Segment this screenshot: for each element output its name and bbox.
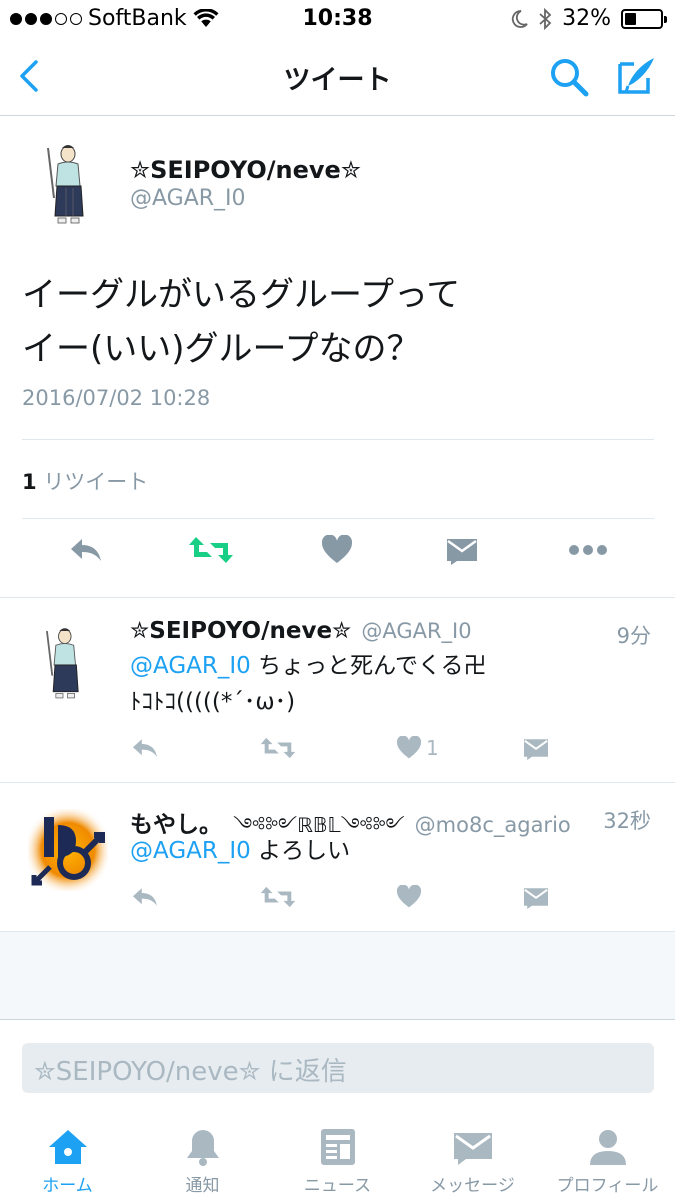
author-handle[interactable]: @AGAR_I0 bbox=[130, 186, 246, 211]
more-options-icon[interactable] bbox=[568, 535, 608, 565]
tweet-text-line: イーグルがいるグループって bbox=[22, 275, 461, 315]
battery-percent: 32% bbox=[562, 6, 611, 31]
reply-time: 32秒 bbox=[603, 809, 651, 833]
reply-icon[interactable] bbox=[130, 736, 160, 760]
retweet-icon[interactable] bbox=[260, 736, 296, 760]
reply-header: ✮SEIPOYO/neve✮ @AGAR_I0 bbox=[130, 618, 472, 644]
reply-text-line: ﾄｺﾄｺ(((((*´･ω･) bbox=[130, 689, 296, 715]
tweet-text: イーグルがいるグループって イー(いい)グループなの？ bbox=[22, 268, 652, 376]
bluetooth-icon bbox=[539, 7, 552, 30]
retweet-icon[interactable] bbox=[260, 885, 296, 909]
mention-link[interactable]: @AGAR_I0 bbox=[130, 838, 251, 864]
tab-notifications[interactable]: 通知 bbox=[135, 1115, 270, 1200]
reply-author-name[interactable]: ✮SEIPOYO/neve✮ bbox=[130, 618, 351, 644]
news-icon bbox=[321, 1129, 355, 1165]
reply-avatar[interactable] bbox=[38, 618, 88, 710]
direct-message-icon[interactable] bbox=[445, 535, 479, 565]
tab-label: プロフィール bbox=[556, 1176, 659, 1196]
reply-icon[interactable] bbox=[68, 535, 104, 565]
tab-label: ホーム bbox=[42, 1176, 93, 1196]
tweet-timestamp: 2016/07/02 10:28 bbox=[22, 386, 211, 410]
author-name[interactable]: ✮SEIPOYO/neve✮ bbox=[130, 156, 361, 184]
tab-profile[interactable]: プロフィール bbox=[540, 1115, 675, 1200]
reply-tweet[interactable]: もやし。 ༺༻ℝ𝔹𝕃༺༻ @mo8c_agario 32秒 @AGAR_I0 よろ… bbox=[0, 783, 675, 931]
search-icon[interactable] bbox=[548, 56, 590, 98]
like-heart-icon[interactable] bbox=[321, 535, 353, 565]
like-heart-icon[interactable] bbox=[396, 736, 422, 760]
reply-input[interactable]: ✮SEIPOYO/neve✮ に返信 bbox=[22, 1043, 654, 1093]
envelope-icon bbox=[454, 1133, 492, 1165]
reply-author-handle[interactable]: @AGAR_I0 bbox=[361, 619, 471, 643]
reply-icon[interactable] bbox=[130, 885, 160, 909]
reply-text-content: よろしい bbox=[250, 838, 351, 864]
reply-text-content: ちょっと死んでくる卍 bbox=[250, 653, 487, 679]
reply-text: @AGAR_I0 よろしい bbox=[130, 833, 650, 869]
tab-label: メッセージ bbox=[430, 1176, 515, 1196]
reply-text: @AGAR_I0 ちょっと死んでくる卍 ﾄｺﾄｺ(((((*´･ω･) bbox=[130, 648, 650, 720]
like-count: 1 bbox=[426, 736, 439, 760]
moon-icon bbox=[512, 9, 528, 28]
retweet-label: リツイート bbox=[43, 470, 149, 494]
tab-news[interactable]: ニュース bbox=[270, 1115, 405, 1200]
reply-time: 9分 bbox=[616, 624, 651, 648]
status-right: 32% bbox=[510, 6, 667, 31]
direct-message-icon[interactable] bbox=[522, 885, 550, 909]
divider bbox=[22, 518, 654, 519]
status-bar: SoftBank 10:38 32% bbox=[0, 0, 675, 38]
home-icon bbox=[49, 1130, 87, 1164]
tweet-actions bbox=[0, 535, 675, 581]
battery-icon bbox=[621, 8, 667, 29]
direct-message-icon[interactable] bbox=[522, 736, 550, 760]
tab-label: ニュース bbox=[303, 1176, 372, 1196]
reply-tweet[interactable]: ✮SEIPOYO/neve✮ @AGAR_I0 9分 @AGAR_I0 ちょっと死… bbox=[0, 598, 675, 782]
empty-timeline-area bbox=[0, 931, 675, 1019]
compose-icon[interactable] bbox=[614, 54, 658, 98]
retweet-stats[interactable]: 1 リツイート bbox=[22, 466, 148, 496]
bell-icon bbox=[187, 1130, 219, 1166]
tab-home[interactable]: ホーム bbox=[0, 1115, 135, 1200]
navigation-bar: ツイート bbox=[0, 38, 675, 116]
reply-avatar[interactable] bbox=[22, 803, 114, 897]
tab-bar: ホーム 通知 ニュース メッセージ プロフィール bbox=[0, 1115, 675, 1200]
tab-label: 通知 bbox=[185, 1176, 220, 1196]
tweet-text-line: イー(いい)グループなの？ bbox=[22, 329, 421, 369]
divider bbox=[22, 439, 654, 440]
reply-composer-bar: ✮SEIPOYO/neve✮ に返信 bbox=[0, 1019, 675, 1115]
retweet-icon[interactable] bbox=[188, 535, 234, 565]
tab-messages[interactable]: メッセージ bbox=[405, 1115, 540, 1200]
user-avatar[interactable] bbox=[38, 140, 94, 230]
retweet-count: 1 bbox=[22, 470, 37, 494]
person-icon bbox=[590, 1130, 626, 1165]
mention-link[interactable]: @AGAR_I0 bbox=[130, 653, 251, 679]
like-heart-icon[interactable] bbox=[396, 885, 422, 909]
